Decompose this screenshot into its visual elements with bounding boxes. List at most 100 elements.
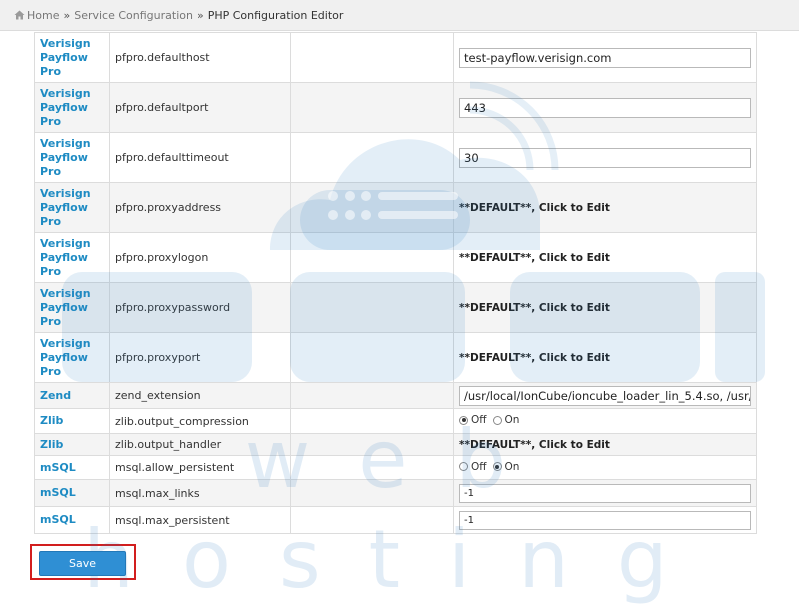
section-label: mSQL [40, 513, 76, 526]
table-row: mSQL msql.max_links -1 [34, 479, 757, 507]
section-label: Verisign [40, 86, 91, 100]
section-label: Verisign [40, 36, 91, 50]
description-cell [290, 479, 454, 507]
section-label: Verisign [40, 186, 91, 200]
radio-button[interactable] [459, 415, 468, 425]
section-label: Zlib [40, 437, 64, 451]
default-click-to-edit[interactable]: **DEFAULT**, Click to Edit [459, 439, 610, 451]
breadcrumb-separator: » [196, 9, 204, 22]
radio-option-off[interactable]: Off [459, 461, 487, 473]
radio-button[interactable] [459, 462, 468, 472]
section-cell: Zend [34, 382, 110, 409]
table-row: Verisign Payflow Pro pfpro.defaultport 443 [34, 82, 757, 133]
section-label: Verisign [40, 336, 91, 350]
radio-label: Off [471, 414, 487, 427]
table-row: Verisign Payflow Pro pfpro.proxylogon **DEFA… [34, 232, 757, 283]
section-label: Zlib [40, 414, 64, 427]
radio-button[interactable] [492, 415, 502, 425]
php-config-table: Verisign Payflow Pro pfpro.defaulthost test-… [34, 32, 757, 534]
default-click-to-edit[interactable]: **DEFAULT**, Click to Edit [459, 302, 610, 314]
table-row: mSQL msql.allow_persistent Off On [34, 455, 757, 480]
directive-name: msql.max_links [109, 479, 291, 507]
value-cell: **DEFAULT**, Click to Edit [453, 433, 757, 456]
directive-name: pfpro.proxyport [109, 332, 291, 383]
description-cell [290, 455, 454, 480]
section-label: Pro [40, 314, 62, 328]
section-label: Pro [40, 364, 62, 378]
radio-button[interactable] [492, 462, 502, 472]
section-label: Verisign [40, 136, 91, 150]
section-label: Payflow [40, 300, 88, 314]
section-cell: Zlib [34, 433, 110, 456]
section-label: Pro [40, 214, 62, 228]
section-cell: Verisign Payflow Pro [34, 82, 110, 133]
section-label: Verisign [40, 236, 91, 250]
description-cell [290, 382, 454, 409]
description-cell [290, 132, 454, 183]
section-label: Pro [40, 164, 62, 178]
directive-name: pfpro.proxyaddress [109, 182, 291, 233]
value-cell: /usr/local/IonCube/ioncube_loader_lin_5.… [453, 382, 757, 409]
section-label: Payflow [40, 50, 88, 64]
description-cell [290, 282, 454, 333]
table-row: Verisign Payflow Pro pfpro.proxyport **DEFAU… [34, 332, 757, 383]
section-label: Payflow [40, 350, 88, 364]
section-label: Payflow [40, 150, 88, 164]
section-label: Pro [40, 264, 62, 278]
section-label: Payflow [40, 100, 88, 114]
value-input[interactable]: /usr/local/IonCube/ioncube_loader_lin_5.… [459, 385, 751, 406]
breadcrumb-service-configuration[interactable]: Service Configuration [74, 9, 193, 22]
section-cell: Verisign Payflow Pro [34, 232, 110, 283]
section-cell: Verisign Payflow Pro [34, 332, 110, 383]
value-cell: **DEFAULT**, Click to Edit [453, 332, 757, 383]
section-cell: mSQL [34, 455, 110, 480]
description-cell [290, 506, 454, 534]
value-cell: **DEFAULT**, Click to Edit [453, 182, 757, 233]
section-label: Payflow [40, 250, 88, 264]
directive-name: pfpro.proxylogon [109, 232, 291, 283]
section-label: Payflow [40, 200, 88, 214]
section-cell: Verisign Payflow Pro [34, 182, 110, 233]
section-cell: Verisign Payflow Pro [34, 132, 110, 183]
value-cell: test-payflow.verisign.com [453, 32, 757, 83]
value-input[interactable]: test-payflow.verisign.com [459, 47, 751, 68]
default-click-to-edit[interactable]: **DEFAULT**, Click to Edit [459, 252, 610, 264]
section-label: mSQL [40, 460, 76, 474]
directive-name: pfpro.proxypassword [109, 282, 291, 333]
radio-option-on[interactable]: On [492, 461, 519, 473]
table-row: mSQL msql.max_persistent -1 [34, 506, 757, 534]
directive-name: zend_extension [109, 382, 291, 409]
save-button[interactable]: Save [39, 551, 126, 576]
directive-name: pfpro.defaulttimeout [109, 132, 291, 183]
directive-name: msql.max_persistent [109, 506, 291, 534]
section-label: Pro [40, 64, 62, 78]
radio-option-on[interactable]: On [492, 414, 520, 427]
value-input[interactable]: -1 [459, 510, 751, 530]
value-input[interactable]: -1 [459, 483, 751, 503]
value-cell: 30 [453, 132, 757, 183]
value-input[interactable]: 443 [459, 97, 751, 118]
section-cell: Verisign Payflow Pro [34, 32, 110, 83]
value-input[interactable]: 30 [459, 147, 751, 168]
table-row: Verisign Payflow Pro pfpro.defaulthost test-… [34, 32, 757, 83]
section-cell: mSQL [34, 479, 110, 507]
breadcrumb-home[interactable]: Home [27, 9, 59, 22]
value-cell: 443 [453, 82, 757, 133]
section-cell: mSQL [34, 506, 110, 534]
value-cell: -1 [453, 506, 757, 534]
description-cell [290, 433, 454, 456]
value-cell: Off On [453, 408, 757, 434]
radio-label: Off [471, 460, 487, 473]
section-label: Zend [40, 388, 72, 402]
default-click-to-edit[interactable]: **DEFAULT**, Click to Edit [459, 202, 610, 214]
directive-name: pfpro.defaulthost [109, 32, 291, 83]
breadcrumb-separator: » [63, 9, 71, 22]
radio-label: On [504, 414, 520, 427]
default-click-to-edit[interactable]: **DEFAULT**, Click to Edit [459, 352, 610, 364]
home-icon[interactable] [14, 1, 25, 32]
value-cell: **DEFAULT**, Click to Edit [453, 282, 757, 333]
radio-option-off[interactable]: Off [459, 414, 487, 426]
value-cell: **DEFAULT**, Click to Edit [453, 232, 757, 283]
table-row: Zlib zlib.output_handler **DEFAULT**, Clic… [34, 433, 757, 456]
description-cell [290, 232, 454, 283]
